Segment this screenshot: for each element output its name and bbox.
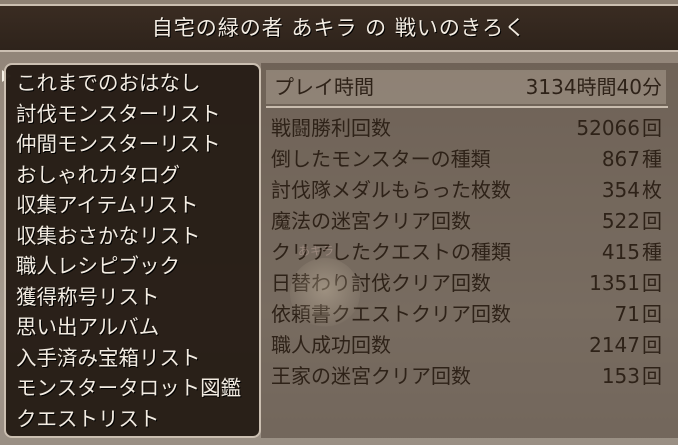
stat-row-battle-wins: 戦闘勝利回数 52066 回 [266,113,666,143]
stat-label: 倒したモンスターの種類 [271,147,491,171]
menu-item-tarot-encyclopedia[interactable]: モンスタータロット図鑑 [16,373,241,404]
mascot-watermark-icon [290,258,360,328]
menu-item-defeated-monsters[interactable]: 討伐モンスターリスト [16,99,241,130]
watermark-text: あキラ [298,244,335,258]
menu-item-story[interactable]: これまでのおはなし [16,68,241,99]
playtime-value: 3134時間40分 [525,75,662,99]
stat-row-medals: 討伐隊メダルもらった枚数 354 枚 [266,175,666,205]
stat-value: 153 回 [601,364,662,388]
stat-row-crafting-success: 職人成功回数 2147 回 [266,330,666,360]
stat-label: 戦闘勝利回数 [271,116,391,140]
stat-label: 王家の迷宮クリア回数 [271,364,471,388]
stat-label: 討伐隊メダルもらった枚数 [271,178,511,202]
stat-label: 職人成功回数 [271,333,391,357]
stat-label: 魔法の迷宮クリア回数 [271,209,471,233]
menu-item-collected-fish[interactable]: 収集おさかなリスト [16,221,241,252]
menu-item-quest-list[interactable]: クエストリスト [16,404,241,435]
menu-item-recipe-book[interactable]: 職人レシピブック [16,251,241,282]
stat-row-magic-maze: 魔法の迷宮クリア回数 522 回 [266,206,666,236]
menu-item-memory-album[interactable]: 思い出アルバム [16,312,241,343]
stat-row-royal-maze: 王家の迷宮クリア回数 153 回 [266,361,666,391]
menu-item-treasure-chests[interactable]: 入手済み宝箱リスト [16,343,241,374]
playtime-label: プレイ時間 [274,75,374,99]
stat-value: 522 回 [601,209,662,233]
divider [266,106,668,108]
menu-item-fashion-catalog[interactable]: おしゃれカタログ [16,160,241,191]
menu-list: これまでのおはなし 討伐モンスターリスト 仲間モンスターリスト おしゃれカタログ… [16,68,241,434]
menu-item-collected-items[interactable]: 収集アイテムリスト [16,190,241,221]
page-title: 自宅の緑の者 あキラ の 戦いのきろく [151,16,527,40]
stat-value: 415 種 [601,240,662,264]
stat-value: 71 回 [614,302,662,326]
stat-value: 2147 回 [589,333,662,357]
title-bar: 自宅の緑の者 あキラ の 戦いのきろく [0,4,678,52]
playtime-row: プレイ時間 3134時間40分 [266,70,666,104]
menu-item-ally-monsters[interactable]: 仲間モンスターリスト [16,129,241,160]
record-menu: これまでのおはなし 討伐モンスターリスト 仲間モンスターリスト おしゃれカタログ… [4,63,261,438]
stat-row-monster-types: 倒したモンスターの種類 867 種 [266,144,666,174]
stat-value: 354 枚 [601,178,662,202]
stat-value: 52066 回 [576,116,662,140]
menu-item-titles[interactable]: 獲得称号リスト [16,282,241,313]
stat-value: 867 種 [601,147,662,171]
stat-value: 1351 回 [589,271,662,295]
